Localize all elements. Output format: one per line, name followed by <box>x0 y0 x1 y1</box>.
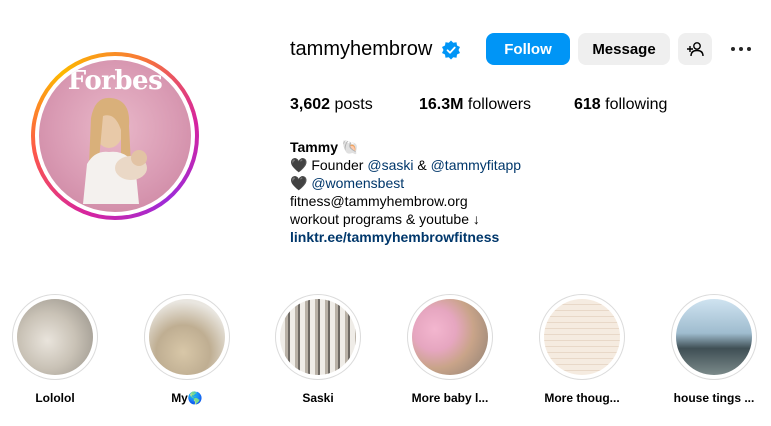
highlight-item[interactable]: My🌎 <box>142 294 232 405</box>
profile-avatar-ring[interactable]: Forbes <box>31 52 199 220</box>
message-button[interactable]: Message <box>578 33 670 65</box>
highlight-cover-ring <box>12 294 98 380</box>
highlight-cover <box>280 299 356 375</box>
followers-stat[interactable]: 16.3M followers <box>419 96 531 114</box>
highlight-cover <box>149 299 225 375</box>
highlight-cover-ring <box>407 294 493 380</box>
highlight-cover-ring <box>275 294 361 380</box>
highlight-cover <box>412 299 488 375</box>
bio-line-founder: 🖤 Founder @saski & @tammyfitapp <box>290 156 521 174</box>
highlight-cover <box>676 299 752 375</box>
avatar-frame: Forbes <box>35 56 195 216</box>
mention-womensbest[interactable]: @womensbest <box>311 175 404 191</box>
bio-line2-prefix: 🖤 <box>290 175 312 191</box>
highlight-cover-ring <box>671 294 757 380</box>
highlight-cover <box>17 299 93 375</box>
posts-stat: 3,602 posts <box>290 96 373 114</box>
mention-saski[interactable]: @saski <box>367 157 413 173</box>
following-stat[interactable]: 618 following <box>574 96 667 114</box>
bio-email: fitness@tammyhembrow.org <box>290 193 468 209</box>
follow-button[interactable]: Follow <box>486 33 570 65</box>
bio-line1-separator: & <box>413 157 431 173</box>
avatar-figure-icon <box>83 97 147 204</box>
profile-bio: Tammy 🐚 🖤 Founder @saski & @tammyfitapp … <box>290 138 521 246</box>
following-count: 618 <box>574 96 601 113</box>
more-options-icon[interactable] <box>726 40 756 58</box>
highlight-label: More baby l... <box>411 391 489 405</box>
highlight-item[interactable]: Lololol <box>10 294 100 405</box>
highlight-cover <box>544 299 620 375</box>
highlight-label: Lololol <box>35 391 75 405</box>
highlight-cover-ring <box>144 294 230 380</box>
bio-line1-prefix: 🖤 Founder <box>290 157 368 173</box>
display-name: Tammy 🐚 <box>290 139 360 155</box>
bio-description: workout programs & youtube ↓ <box>290 211 480 227</box>
followers-count: 16.3M <box>419 96 464 113</box>
following-label: following <box>605 96 668 113</box>
suggested-accounts-button[interactable] <box>678 33 712 65</box>
followers-label: followers <box>467 96 532 113</box>
bio-link[interactable]: linktr.ee/tammyhembrowfitness <box>290 228 521 246</box>
verified-badge-icon <box>442 40 460 60</box>
highlight-item[interactable]: More baby l... <box>405 294 495 405</box>
highlight-label: Saski <box>302 391 334 405</box>
mention-tammyfitapp[interactable]: @tammyfitapp <box>431 157 521 173</box>
highlight-item[interactable]: More thoug... <box>537 294 627 405</box>
highlight-label: My🌎 <box>171 391 203 405</box>
highlight-label: house tings ... <box>673 391 755 405</box>
username: tammyhembrow <box>290 38 433 60</box>
highlight-item[interactable]: Saski <box>273 294 363 405</box>
avatar: Forbes <box>39 60 191 212</box>
add-user-icon <box>687 42 704 57</box>
posts-count: 3,602 <box>290 96 331 113</box>
story-highlights: Lololol My🌎 Saski More baby l... More th… <box>0 294 771 414</box>
posts-label: posts <box>334 96 373 113</box>
highlight-cover-ring <box>539 294 625 380</box>
bio-line-womensbest: 🖤 @womensbest <box>290 174 521 192</box>
highlight-item[interactable]: house tings ... <box>669 294 759 405</box>
highlight-label: More thoug... <box>544 391 620 405</box>
